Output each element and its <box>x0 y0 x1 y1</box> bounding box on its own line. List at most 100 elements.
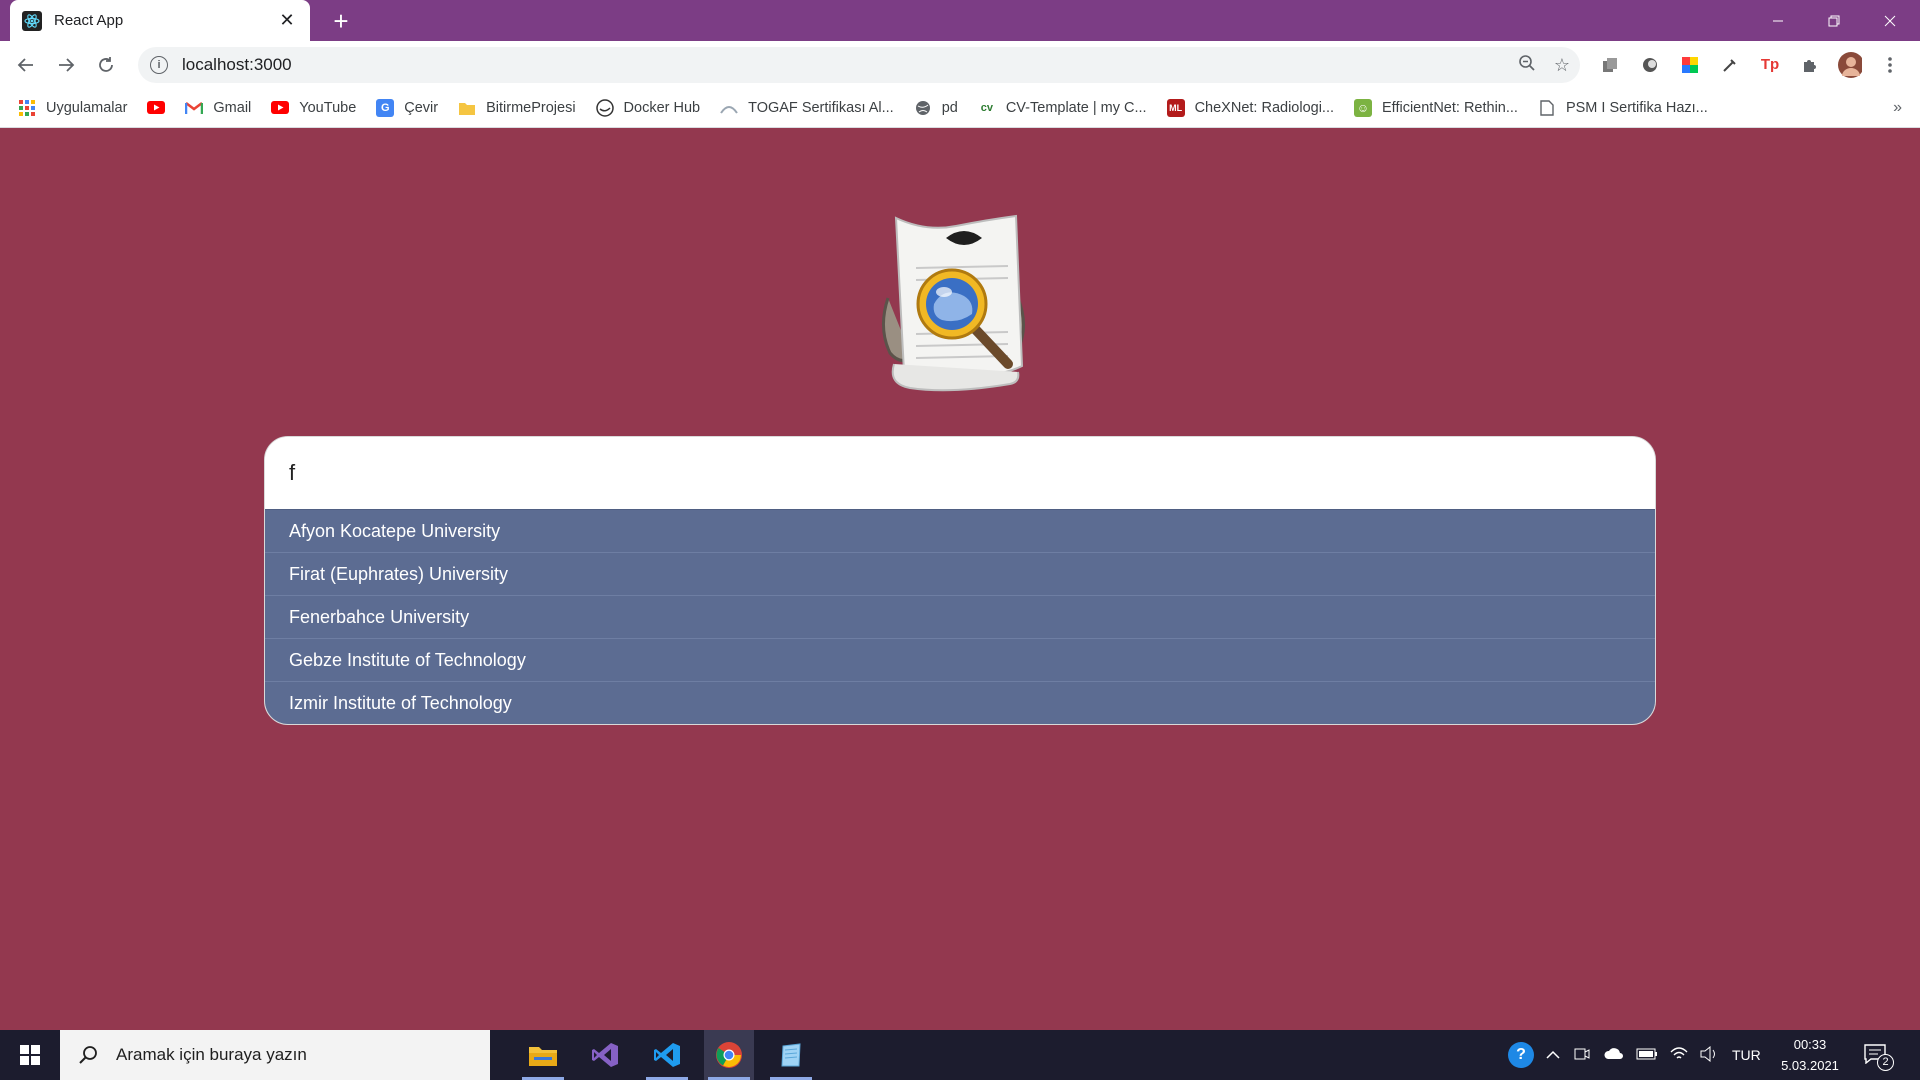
tp-extension-icon[interactable]: Tp <box>1758 53 1782 77</box>
bookmark-label: EfficientNet: Rethin... <box>1382 99 1518 116</box>
notifications-icon: 2 <box>1864 1043 1894 1071</box>
address-bar[interactable]: i localhost:3000 ☆ <box>138 47 1580 83</box>
result-item[interactable]: Afyon Kocatepe University <box>265 509 1655 552</box>
university-search-input[interactable] <box>265 437 1655 509</box>
minimize-button[interactable] <box>1750 0 1806 41</box>
bookmark-star-icon[interactable]: ☆ <box>1554 55 1570 76</box>
onedrive-icon[interactable] <box>1604 1047 1624 1064</box>
profile-avatar[interactable] <box>1838 51 1862 78</box>
bookmark-gmail[interactable]: Gmail <box>185 99 251 117</box>
visual-studio-icon[interactable] <box>580 1030 630 1080</box>
bookmark-youtube-icon-only[interactable] <box>147 99 166 117</box>
close-tab-icon[interactable]: ✕ <box>276 10 298 31</box>
globe-icon <box>914 99 932 117</box>
menu-dots-icon[interactable] <box>1878 53 1902 77</box>
folder-icon <box>458 99 476 117</box>
bookmark-label: Gmail <box>213 99 252 116</box>
file-explorer-icon[interactable] <box>518 1030 568 1080</box>
youtube-icon <box>147 99 166 117</box>
browser-toolbar: i localhost:3000 ☆ Tp <box>0 41 1920 88</box>
extension-circle-icon[interactable] <box>1638 53 1662 77</box>
action-center-button[interactable]: 2 <box>1864 1030 1894 1080</box>
cv-icon: cv <box>980 101 993 114</box>
bookmarks-bar: Uygulamalar Gmail YouTube G Çevir Bitirm… <box>0 88 1920 128</box>
bookmark-label: PSM I Sertifika Hazı... <box>1565 99 1708 116</box>
clock-date: 5.03.2021 <box>1781 1058 1839 1073</box>
result-item[interactable]: Izmir Institute of Technology <box>265 681 1655 724</box>
url-text: localhost:3000 <box>182 55 292 74</box>
bookmark-label: CV-Template | my C... <box>1005 99 1147 116</box>
ml-icon: ML <box>1166 98 1185 117</box>
bookmark-label: BitirmeProjesi <box>486 99 576 116</box>
bookmark-cv-template[interactable]: cv CV-Template | my C... <box>978 99 1147 117</box>
page-content: Afyon Kocatepe University Firat (Euphrat… <box>0 128 1920 1030</box>
notepad-icon[interactable] <box>766 1030 816 1080</box>
result-item[interactable]: Firat (Euphrates) University <box>265 552 1655 595</box>
smiley-icon: ☺ <box>1354 98 1373 117</box>
close-window-button[interactable] <box>1862 0 1918 41</box>
site-info-icon[interactable]: i <box>150 56 168 74</box>
bookmark-label: TOGAF Sertifikası Al... <box>748 99 894 116</box>
search-document-logo <box>868 208 1048 408</box>
clock-time: 00:33 <box>1793 1037 1827 1052</box>
bookmark-apps[interactable]: Uygulamalar <box>18 99 127 117</box>
search-icon <box>74 1041 102 1069</box>
forward-icon[interactable] <box>46 45 86 85</box>
taskbar-clock[interactable]: 00:33 5.03.2021 <box>1770 1034 1850 1076</box>
tab-title: React App <box>54 12 124 29</box>
eyedropper-icon[interactable] <box>1718 53 1742 77</box>
bookmark-pd[interactable]: pd <box>914 99 958 117</box>
volume-icon[interactable] <box>1700 1045 1718 1065</box>
search-box: Afyon Kocatepe University Firat (Euphrat… <box>264 436 1656 725</box>
youtube-icon <box>271 99 290 117</box>
bookmark-translate[interactable]: G Çevir <box>376 98 439 117</box>
page-icon <box>1538 99 1556 117</box>
windows-taskbar: Aramak için buraya yazın ? TUR 00:33 5.0… <box>0 1030 1920 1080</box>
back-icon[interactable] <box>6 45 46 85</box>
more-bookmarks-button[interactable]: » <box>1893 88 1902 128</box>
wifi-icon[interactable] <box>1670 1046 1688 1064</box>
result-item[interactable]: Fenerbahce University <box>265 595 1655 638</box>
bookmark-folder[interactable]: BitirmeProjesi <box>458 99 576 117</box>
search-results-list: Afyon Kocatepe University Firat (Euphrat… <box>265 509 1655 724</box>
new-tab-button[interactable]: + <box>326 6 356 36</box>
result-item[interactable]: Gebze Institute of Technology <box>265 638 1655 681</box>
bookmark-youtube[interactable]: YouTube <box>271 99 356 117</box>
docker-icon <box>595 98 614 117</box>
bookmark-label: CheXNet: Radiologi... <box>1194 99 1335 116</box>
bookmark-docker[interactable]: Docker Hub <box>595 98 701 117</box>
taskbar-search-box[interactable]: Aramak için buraya yazın <box>60 1030 490 1080</box>
notification-count-badge: 2 <box>1877 1053 1894 1071</box>
translate-icon: G <box>376 98 395 117</box>
reload-icon[interactable] <box>86 45 126 85</box>
bookmark-label: pd <box>941 99 958 116</box>
extension-color-icon[interactable] <box>1678 53 1702 77</box>
bookmark-togaf[interactable]: TOGAF Sertifikası Al... <box>720 99 894 117</box>
meet-now-icon[interactable] <box>1574 1046 1590 1065</box>
react-icon <box>22 10 42 31</box>
restore-button[interactable] <box>1806 0 1862 41</box>
bookmark-label: Uygulamalar <box>46 99 128 116</box>
bookmark-label: Docker Hub <box>623 99 701 116</box>
bookmark-label: Çevir <box>404 99 439 116</box>
battery-icon[interactable] <box>1636 1047 1658 1063</box>
bookmark-efficientnet[interactable]: ☺ EfficientNet: Rethin... <box>1354 98 1518 117</box>
language-indicator[interactable]: TUR <box>1732 1047 1761 1063</box>
chrome-taskbar-icon[interactable] <box>704 1030 754 1080</box>
chevron-up-icon[interactable] <box>1546 1047 1560 1063</box>
vscode-icon[interactable] <box>642 1030 692 1080</box>
bookmark-label: YouTube <box>299 99 357 116</box>
taskbar-search-placeholder: Aramak için buraya yazın <box>116 1045 307 1064</box>
browser-title-bar: React App ✕ + <box>0 0 1920 41</box>
system-tray: ? TUR <box>1508 1030 1761 1080</box>
puzzle-icon[interactable] <box>1798 53 1822 77</box>
windows-start-button[interactable] <box>0 1030 60 1080</box>
bookmark-chexnet[interactable]: ML CheXNet: Radiologi... <box>1166 98 1335 117</box>
bookmark-psm[interactable]: PSM I Sertifika Hazı... <box>1538 99 1708 117</box>
togaf-icon <box>720 99 738 117</box>
extension-copy-icon[interactable] <box>1598 53 1622 77</box>
help-icon[interactable]: ? <box>1508 1042 1534 1068</box>
extensions-area: Tp <box>1598 41 1902 88</box>
zoom-icon[interactable] <box>1518 54 1536 77</box>
browser-tab[interactable]: React App ✕ <box>10 0 310 41</box>
